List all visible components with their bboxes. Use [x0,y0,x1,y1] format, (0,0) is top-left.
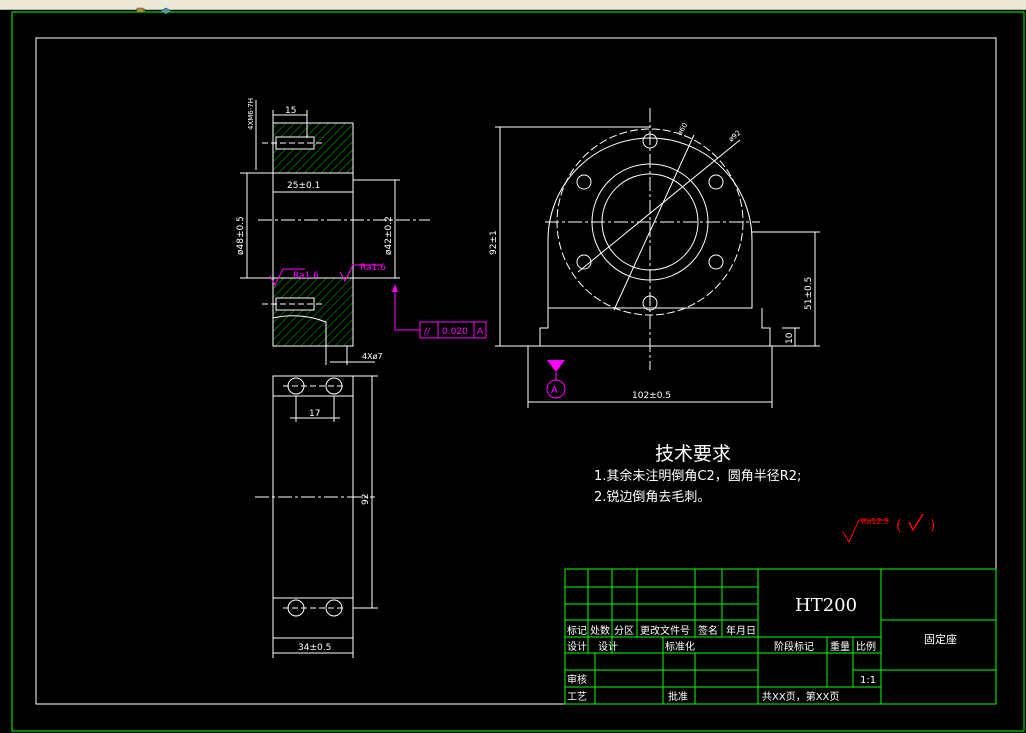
roughness-left: Ra1.6 [293,271,319,281]
section-view [240,100,487,365]
dim-depth: 4XM6-7H [247,98,255,130]
stage-weight: 重量 [830,640,850,653]
datum-a: A [551,385,558,396]
dim-dia-b: ø92 [727,129,742,144]
header-change-doc: 更改文件号 [640,624,690,637]
finish-value: Ra12.5 [861,517,889,526]
dim-25: 25±0.1 [287,181,320,191]
scale-value: 1:1 [860,675,876,686]
sheets-label: 共XX页，第XX页 [762,690,839,703]
finish-open: ( [896,518,901,534]
row-design-label: 设计 [567,640,587,653]
header-count: 处数 [590,624,610,637]
dim-92-top: 92 [361,494,371,505]
requirement-2: 2.锐边倒角去毛刺。 [594,490,710,505]
requirement-1: 1.其余未注明倒角C2，圆角半径R2; [594,468,801,484]
dim-17: 17 [309,409,320,419]
row-standard: 标准化 [665,640,695,653]
review-label: 审核 [567,673,587,686]
dim-102: 102±0.5 [632,391,671,401]
dim-92-front: 92±1 [489,230,499,255]
tolerance-symbol: // [424,327,431,337]
requirements-title: 技术要求 [655,443,731,465]
finish-close: ) [930,518,935,534]
dim-10: 10 [785,332,795,344]
front-view [495,108,820,408]
tolerance-datum: A [477,327,484,337]
header-date: 年月日 [726,624,756,637]
process-label: 工艺 [567,691,587,703]
approve-label: 批准 [668,690,688,703]
row-design-value: 设计 [598,640,618,653]
dim-34: 34±0.5 [298,643,331,653]
stage-scale: 比例 [856,640,876,653]
finish-check-icon [908,513,924,532]
roughness-right: Ra1.6 [360,263,386,273]
dim-51: 51±0.5 [804,277,814,310]
toolbar [0,0,1026,15]
header-zone: 分区 [614,625,634,637]
material-label: HT200 [795,595,857,616]
dim-15: 15 [285,106,296,116]
dim-dia-a: ø60 [676,122,690,137]
dim-bottom: 4Xø7 [362,352,383,361]
stage-mark: 阶段标记 [774,640,814,653]
tolerance-value: 0.020 [442,327,468,337]
dim-42: ø42±0.2 [384,216,394,255]
header-sign: 签名 [698,624,718,637]
coffee-icon[interactable] [136,0,146,13]
drawing-canvas[interactable]: 15 25±0.1 ø48±0.5 ø42±0.2 4XM6-7H 4Xø7 R… [0,10,1026,733]
layers-icon[interactable] [160,0,172,15]
header-mark: 标记 [567,625,587,637]
dim-48: ø48±0.5 [236,216,246,255]
outer-frame [11,11,1025,732]
part-name: 固定座 [924,632,957,646]
